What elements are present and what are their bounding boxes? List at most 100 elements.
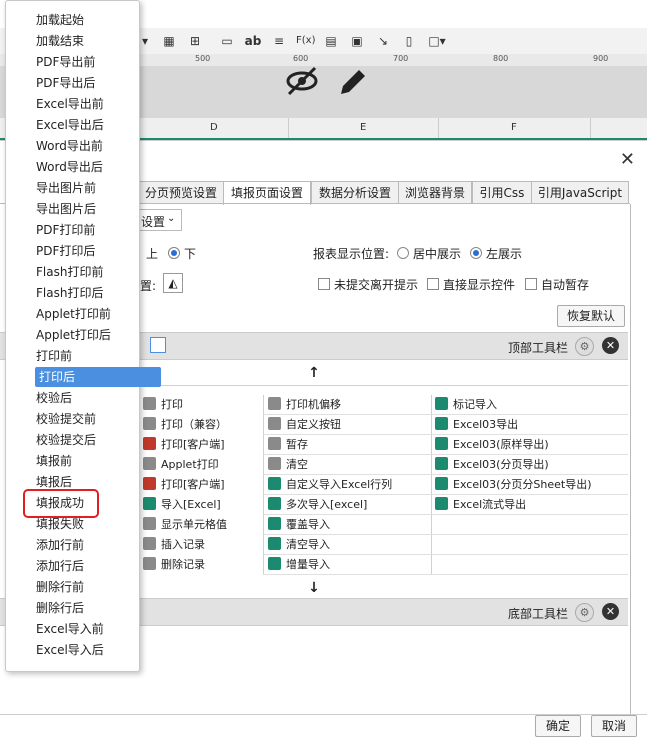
menu-item[interactable]: Flash打印前 bbox=[36, 262, 103, 282]
button-label: Excel流式导出 bbox=[453, 498, 527, 511]
toolbar-button-left[interactable]: 打印（兼容） bbox=[143, 415, 227, 435]
tab-page-preview[interactable]: 分页预览设置 bbox=[138, 181, 224, 204]
toolbar-button-middle[interactable]: 清空 bbox=[268, 455, 308, 475]
menu-item[interactable]: 打印后 bbox=[35, 367, 161, 387]
menu-item[interactable]: 导出图片前 bbox=[36, 178, 96, 198]
barcode-icon[interactable]: ▭ bbox=[218, 32, 236, 50]
toolbar-button-middle[interactable]: 多次导入[excel] bbox=[268, 495, 367, 515]
toolbar-button-left[interactable]: 打印[客户端] bbox=[143, 475, 225, 495]
close-icon[interactable]: ✕ bbox=[620, 149, 635, 170]
tab-browser-background[interactable]: 浏览器背景 bbox=[398, 181, 472, 204]
chart-icon[interactable]: ▤ bbox=[322, 32, 340, 50]
menu-item[interactable]: PDF导出后 bbox=[36, 73, 95, 93]
tab-data-analysis[interactable]: 数据分析设置 bbox=[311, 181, 399, 204]
menu-item[interactable]: Applet打印前 bbox=[36, 304, 111, 324]
delete-icon[interactable]: ✕ bbox=[602, 603, 619, 620]
menu-item[interactable]: 添加行后 bbox=[36, 556, 84, 576]
formula-icon[interactable]: F(x) bbox=[296, 32, 315, 50]
tab-javascript[interactable]: 引用JavaScript bbox=[531, 181, 629, 204]
up-arrow-icon[interactable]: ↑ bbox=[300, 365, 328, 381]
menu-item[interactable]: 加载起始 bbox=[36, 10, 84, 30]
edit-pencil-icon[interactable] bbox=[337, 66, 369, 96]
text-ab-icon[interactable]: ab bbox=[244, 32, 262, 50]
toolbar-button-right[interactable]: Excel03(原样导出) bbox=[435, 435, 549, 455]
autosave-checkbox[interactable] bbox=[525, 278, 537, 290]
menu-item[interactable]: 校验提交前 bbox=[36, 409, 96, 429]
toolbar-button-middle[interactable]: 自定义按钮 bbox=[268, 415, 341, 435]
paint-bucket-icon[interactable]: ◭ bbox=[163, 273, 183, 293]
toolbar-button-left[interactable]: 删除记录 bbox=[143, 555, 205, 575]
menu-item[interactable]: 导出图片后 bbox=[36, 199, 96, 219]
tab-css[interactable]: 引用Css bbox=[472, 181, 532, 204]
tab-fill-settings[interactable]: 填报页面设置 bbox=[223, 181, 311, 205]
table-icon[interactable]: ⊞ bbox=[186, 32, 204, 50]
menu-item[interactable]: Word导出后 bbox=[36, 157, 103, 177]
menu-item[interactable]: 校验提交后 bbox=[36, 430, 96, 450]
toolbar-button-middle[interactable]: 暂存 bbox=[268, 435, 308, 455]
toolbar-button-left[interactable]: 导入[Excel] bbox=[143, 495, 221, 515]
radio-bottom-selected[interactable] bbox=[168, 247, 180, 259]
column-e[interactable]: E bbox=[360, 122, 366, 133]
menu-item[interactable]: 打印前 bbox=[36, 346, 72, 366]
image-icon[interactable]: ▣ bbox=[348, 32, 366, 50]
toolbar-button-left[interactable]: Applet打印 bbox=[143, 455, 219, 475]
radio-center[interactable] bbox=[397, 247, 409, 259]
toolbar-button-middle[interactable]: 打印机偏移 bbox=[268, 395, 341, 415]
restore-default-button[interactable]: 恢复默认 bbox=[557, 305, 625, 327]
toolbar-button-middle[interactable]: 覆盖导入 bbox=[268, 515, 330, 535]
menu-item[interactable]: PDF导出前 bbox=[36, 52, 95, 72]
align-icon[interactable]: ≡ bbox=[270, 32, 288, 50]
menu-item[interactable]: 填报前 bbox=[36, 451, 72, 471]
menu-item[interactable]: 加载结束 bbox=[36, 31, 84, 51]
border-icon[interactable]: □▾ bbox=[428, 32, 446, 50]
menu-item[interactable]: 校验后 bbox=[36, 388, 72, 408]
button-label: 打印[客户端] bbox=[161, 478, 225, 491]
toolbar-button-left[interactable]: 打印 bbox=[143, 395, 183, 415]
menu-item[interactable]: Flash打印后 bbox=[36, 283, 103, 303]
toolbar-button-left[interactable]: 打印[客户端] bbox=[143, 435, 225, 455]
button-label: 插入记录 bbox=[161, 538, 205, 551]
menu-item[interactable]: Excel导入前 bbox=[36, 619, 104, 639]
grid-icon[interactable]: ▦ bbox=[160, 32, 178, 50]
toolbar-button-right[interactable]: 标记导入 bbox=[435, 395, 497, 415]
toolbar-button-middle[interactable]: 增量导入 bbox=[268, 555, 330, 575]
toolbar-button-left[interactable]: 显示单元格值 bbox=[143, 515, 227, 535]
menu-item[interactable]: 删除行前 bbox=[36, 577, 84, 597]
menu-item[interactable]: 删除行后 bbox=[36, 598, 84, 618]
toolbar-button-right[interactable]: Excel03(分页分Sheet导出) bbox=[435, 475, 592, 495]
settings-select[interactable]: 设置 ⌄ bbox=[136, 209, 182, 231]
toolbar-button-right[interactable]: Excel03(分页导出) bbox=[435, 455, 549, 475]
button-grid: 打印 打印机偏移 标记导入打印（兼容） 自定义按钮 Excel03导出打印[客户端] 暂存… bbox=[138, 395, 628, 580]
radio-center-label: 居中展示 bbox=[413, 247, 462, 261]
column-f[interactable]: F bbox=[511, 122, 517, 133]
toolbar-button-middle[interactable]: 清空导入 bbox=[268, 535, 330, 555]
menu-item[interactable]: PDF打印后 bbox=[36, 241, 95, 261]
direct-control-checkbox[interactable] bbox=[427, 278, 439, 290]
mobile-icon[interactable]: ▯ bbox=[400, 32, 418, 50]
menu-item[interactable]: Applet打印后 bbox=[36, 325, 111, 345]
menu-item[interactable]: Excel导出前 bbox=[36, 94, 104, 114]
toolbar-button-right[interactable]: Excel03导出 bbox=[435, 415, 518, 435]
toolbar-button-left[interactable]: 插入记录 bbox=[143, 535, 205, 555]
gear-icon[interactable]: ⚙ bbox=[575, 603, 594, 622]
gear-icon[interactable]: ⚙ bbox=[575, 337, 594, 356]
column-d[interactable]: D bbox=[210, 122, 218, 133]
toolbar-button-middle[interactable]: 自定义导入Excel行列 bbox=[268, 475, 392, 495]
delete-icon[interactable]: ✕ bbox=[602, 337, 619, 354]
menu-item[interactable]: PDF打印前 bbox=[36, 220, 95, 240]
down-arrow-icon[interactable]: ↓ bbox=[300, 580, 328, 596]
menu-item[interactable]: Word导出前 bbox=[36, 136, 103, 156]
button-label: 增量导入 bbox=[286, 558, 330, 571]
unsubmitted-checkbox[interactable] bbox=[318, 278, 330, 290]
radio-left[interactable] bbox=[470, 247, 482, 259]
confirm-button[interactable]: 确定 bbox=[535, 715, 581, 737]
menu-item[interactable]: Excel导出后 bbox=[36, 115, 104, 135]
button-label: 清空导入 bbox=[286, 538, 330, 551]
hide-eye-icon[interactable] bbox=[285, 66, 321, 96]
toolbar-button-right[interactable]: Excel流式导出 bbox=[435, 495, 526, 515]
menu-item[interactable]: 添加行前 bbox=[36, 535, 84, 555]
pen-icon[interactable]: ↘ bbox=[374, 32, 392, 50]
menu-item[interactable]: Excel导入后 bbox=[36, 640, 104, 660]
cancel-button[interactable]: 取消 bbox=[591, 715, 637, 737]
button-label: 导入[Excel] bbox=[161, 498, 221, 511]
